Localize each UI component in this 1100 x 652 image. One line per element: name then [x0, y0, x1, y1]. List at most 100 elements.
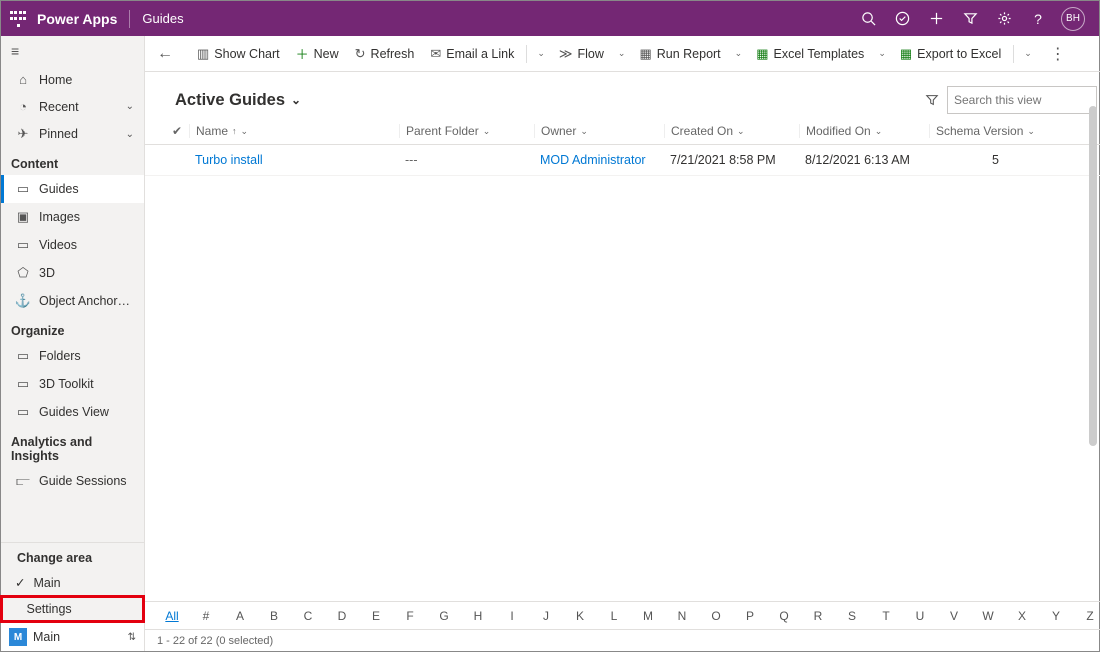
back-button[interactable]: ← — [153, 41, 181, 67]
chevron-down-icon[interactable]: ⌄ — [126, 101, 134, 112]
templates-chevron[interactable]: ⌄ — [874, 46, 890, 61]
sidebar-item-label: Recent — [39, 100, 79, 114]
nav-collapse-icon[interactable]: ≡ — [1, 36, 144, 66]
alpha-letter[interactable]: N — [667, 609, 697, 623]
table-row[interactable]: Turbo install --- MOD Administrator 7/21… — [145, 145, 1100, 176]
flow-button[interactable]: ≫Flow — [553, 42, 610, 66]
alpha-letter[interactable]: Q — [769, 609, 799, 623]
flow-chevron[interactable]: ⌄ — [614, 46, 630, 61]
run-report-button[interactable]: ▦Run Report — [633, 42, 726, 66]
search-input[interactable] — [947, 86, 1097, 114]
alpha-letter[interactable]: X — [1007, 609, 1037, 623]
area-option-label: Main — [33, 576, 60, 590]
area-option-settings[interactable]: Settings — [1, 596, 144, 622]
grid-status: 1 - 22 of 22 (0 selected) — [145, 629, 1100, 651]
new-button[interactable]: ＋New — [290, 40, 345, 67]
export-split-chevron[interactable]: ⌄ — [1020, 46, 1036, 61]
col-parent-folder[interactable]: Parent Folder⌄ — [399, 124, 534, 138]
updown-icon[interactable]: ⇅ — [128, 632, 136, 643]
sidebar-item-guides-view[interactable]: ▭ Guides View — [1, 398, 144, 426]
alpha-letter[interactable]: C — [293, 609, 323, 623]
sidebar-item-object-anchors[interactable]: ⚓ Object Anchors (Prev... — [1, 287, 144, 315]
alpha-letter[interactable]: R — [803, 609, 833, 623]
refresh-button[interactable]: ↻Refresh — [349, 42, 421, 66]
alpha-letter[interactable]: L — [599, 609, 629, 623]
alpha-letter[interactable]: O — [701, 609, 731, 623]
alpha-letter[interactable]: K — [565, 609, 595, 623]
email-link-button[interactable]: ✉Email a Link — [424, 42, 520, 66]
settings-icon[interactable] — [987, 2, 1021, 36]
scrollbar-thumb[interactable] — [1089, 106, 1097, 446]
email-split-chevron[interactable]: ⌄ — [533, 46, 549, 61]
alpha-letter[interactable]: H — [463, 609, 493, 623]
col-created-on[interactable]: Created On⌄ — [664, 124, 799, 138]
sidebar-item-recent[interactable]: ◔ Recent ⌄ — [1, 93, 144, 120]
grid-body: Turbo install --- MOD Administrator 7/21… — [145, 145, 1100, 601]
alpha-letter[interactable]: Y — [1041, 609, 1071, 623]
report-chevron[interactable]: ⌄ — [731, 46, 747, 61]
view-selector[interactable]: Active Guides ⌄ — [175, 91, 301, 110]
excel-templates-button[interactable]: ▦Excel Templates — [750, 42, 870, 66]
task-icon[interactable] — [885, 2, 919, 36]
alpha-letter[interactable]: T — [871, 609, 901, 623]
filter-icon[interactable] — [953, 2, 987, 36]
user-avatar[interactable]: BH — [1061, 7, 1085, 31]
sidebar-item-images[interactable]: ▣ Images — [1, 203, 144, 231]
sidebar-item-guide-sessions[interactable]: ⫍ Guide Sessions — [1, 467, 144, 495]
sidebar-item-3d[interactable]: ⬠ 3D — [1, 259, 144, 287]
sidebar-item-label: Object Anchors (Prev... — [39, 294, 134, 308]
search-field[interactable] — [954, 93, 1100, 107]
col-modified-on[interactable]: Modified On⌄ — [799, 124, 929, 138]
col-name[interactable]: Name↑⌄ — [189, 124, 399, 138]
alpha-letter[interactable]: B — [259, 609, 289, 623]
alpha-filter-bar: All # A B C D E F G H I J K L M N O P Q … — [145, 601, 1100, 629]
alpha-all[interactable]: All — [157, 609, 187, 623]
alpha-letter[interactable]: D — [327, 609, 357, 623]
alpha-hash[interactable]: # — [191, 609, 221, 623]
col-owner[interactable]: Owner⌄ — [534, 124, 664, 138]
alpha-letter[interactable]: S — [837, 609, 867, 623]
alpha-letter[interactable]: U — [905, 609, 935, 623]
sidebar-item-label: Videos — [39, 238, 77, 252]
sidebar-item-videos[interactable]: ▭ Videos — [1, 231, 144, 259]
more-commands-button[interactable]: ⋮ — [1044, 44, 1072, 64]
view-header: Active Guides ⌄ — [145, 72, 1100, 124]
sidebar-item-pinned[interactable]: ✈ Pinned ⌄ — [1, 120, 144, 148]
sidebar-item-folders[interactable]: ▭ Folders — [1, 342, 144, 370]
flow-icon: ≫ — [559, 46, 573, 62]
cell-name-link[interactable]: Turbo install — [189, 153, 399, 167]
alpha-letter[interactable]: E — [361, 609, 391, 623]
grid-filter-icon[interactable] — [917, 89, 947, 111]
sidebar-item-home[interactable]: ⌂ Home — [1, 66, 144, 93]
show-chart-button[interactable]: ▥Show Chart — [191, 42, 286, 66]
alpha-letter[interactable]: P — [735, 609, 765, 623]
search-icon[interactable] — [851, 2, 885, 36]
area-option-main[interactable]: ✓ Main — [1, 569, 144, 596]
cell-owner-link[interactable]: MOD Administrator — [534, 153, 664, 167]
col-schema-version[interactable]: Schema Version⌄ — [929, 124, 1059, 138]
alpha-letter[interactable]: W — [973, 609, 1003, 623]
area-switcher[interactable]: M Main ⇅ — [1, 622, 144, 651]
export-excel-button[interactable]: ▦Export to Excel — [894, 42, 1007, 66]
app-name[interactable]: Guides — [142, 11, 183, 26]
chevron-down-icon[interactable]: ⌄ — [126, 129, 134, 140]
alpha-letter[interactable]: Z — [1075, 609, 1100, 623]
alpha-letter[interactable]: A — [225, 609, 255, 623]
add-icon[interactable] — [919, 2, 953, 36]
sidebar-item-guides[interactable]: ▭ Guides — [1, 175, 144, 203]
alpha-letter[interactable]: V — [939, 609, 969, 623]
sidebar-item-3d-toolkit[interactable]: ▭ 3D Toolkit — [1, 370, 144, 398]
app-launcher-icon[interactable] — [9, 10, 27, 28]
help-icon[interactable]: ? — [1021, 2, 1055, 36]
select-all-checkbox[interactable]: ✔ — [165, 124, 189, 138]
alpha-letter[interactable]: I — [497, 609, 527, 623]
header-divider — [129, 10, 130, 28]
sidebar-item-label: Images — [39, 210, 80, 224]
alpha-letter[interactable]: F — [395, 609, 425, 623]
alpha-letter[interactable]: G — [429, 609, 459, 623]
alpha-letter[interactable]: J — [531, 609, 561, 623]
alpha-letter[interactable]: M — [633, 609, 663, 623]
sidebar-item-label: Home — [39, 73, 72, 87]
main-area: ← ▥Show Chart ＋New ↻Refresh ✉Email a Lin… — [145, 36, 1100, 651]
app-header: Power Apps Guides ? BH — [1, 1, 1099, 36]
